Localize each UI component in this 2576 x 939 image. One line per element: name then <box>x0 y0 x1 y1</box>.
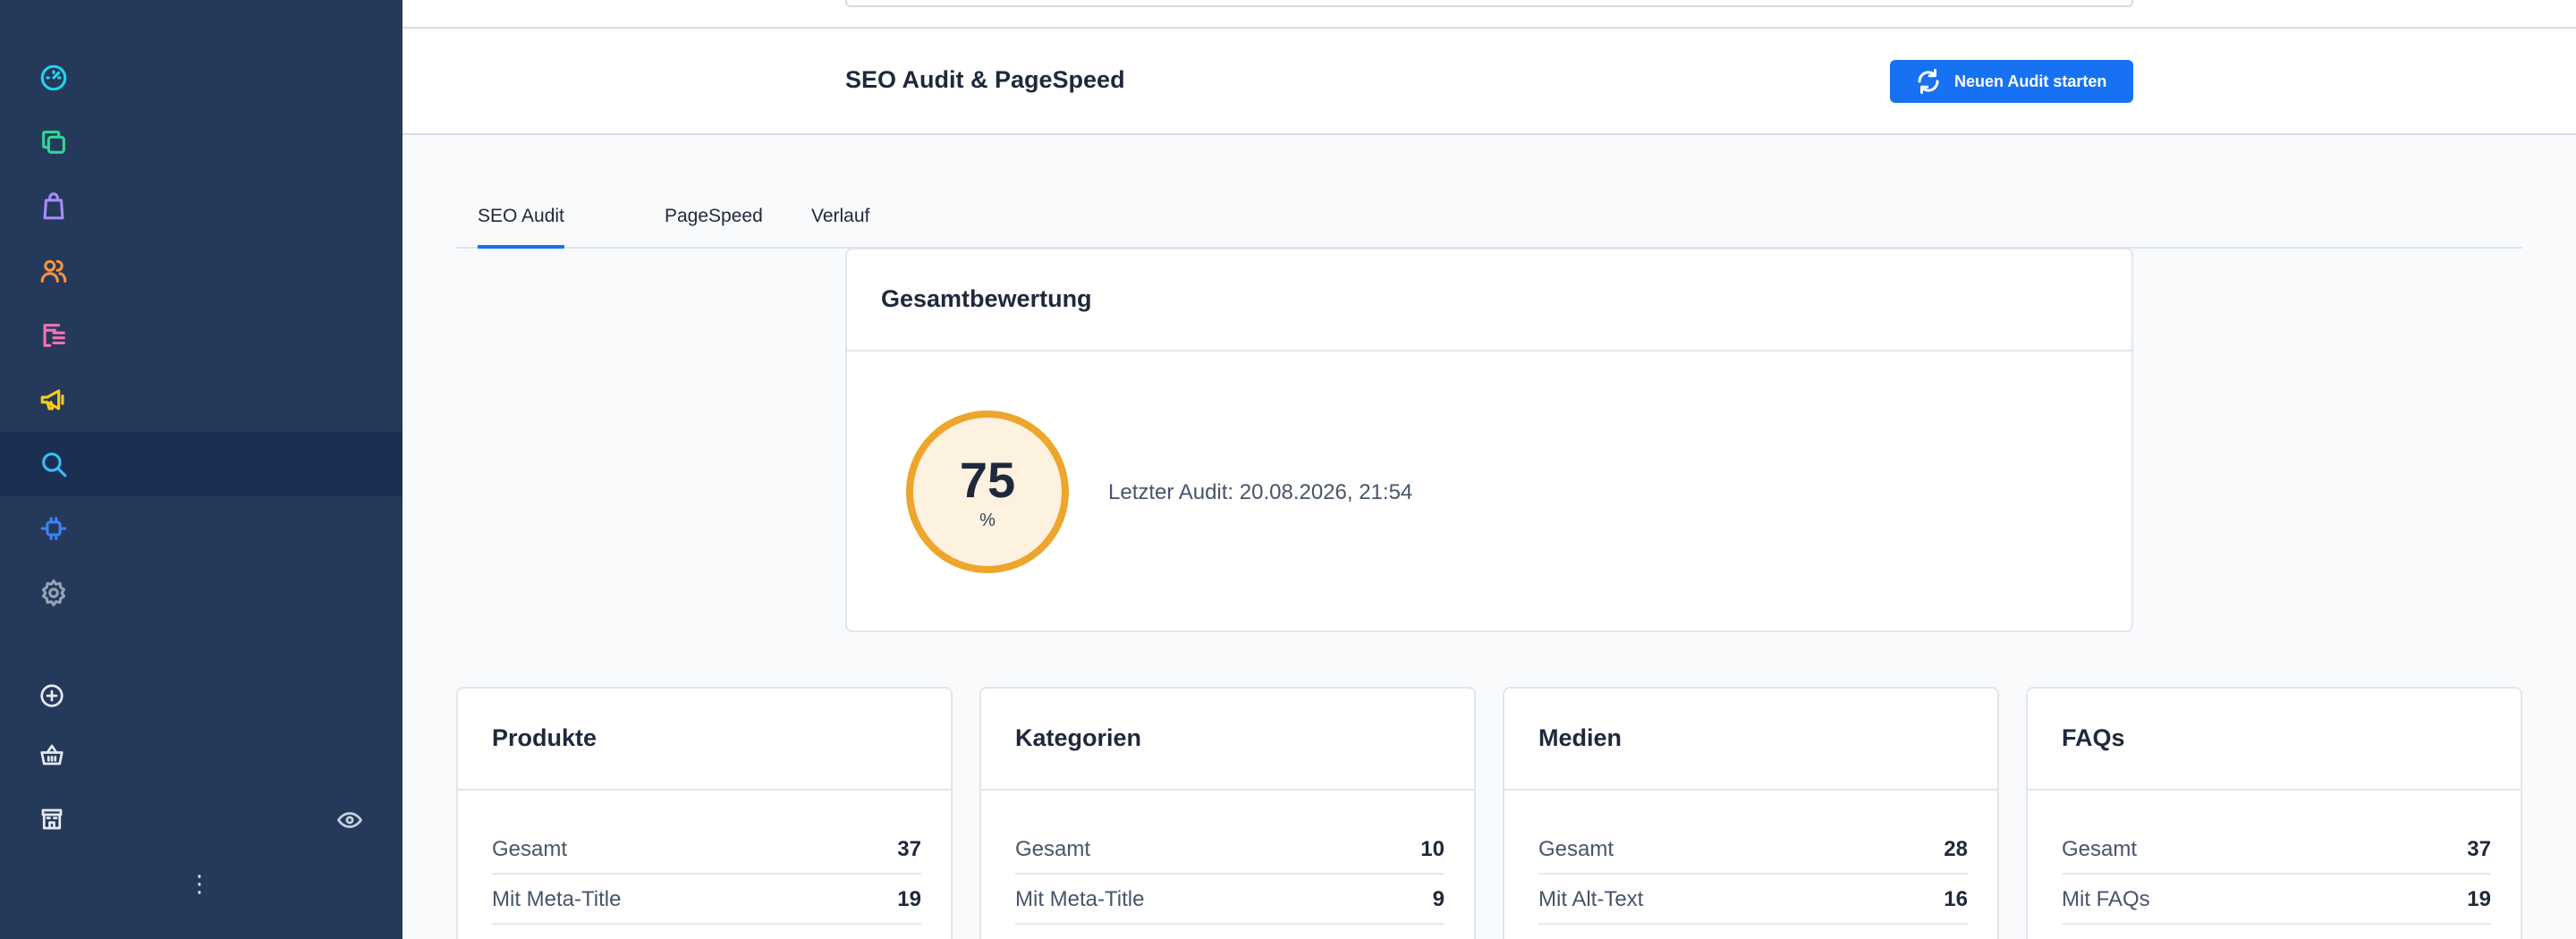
sidebar: ⋮ <box>0 0 402 939</box>
top-toolbar <box>402 0 2576 29</box>
last-audit-text: Letzter Audit: 20.08.2026, 21:54 <box>1108 480 1413 504</box>
stat-label: Mit Meta-Title <box>492 887 622 911</box>
stat-label: Mit Alt-Text <box>1538 887 1644 911</box>
stat-row: Mit FAQs 19 <box>2062 875 2491 925</box>
score-ring: 75 % <box>906 410 1069 573</box>
stat-value: 9 <box>1432 887 1445 911</box>
score-value: 75 <box>959 452 1016 508</box>
stat-value: 37 <box>897 837 921 861</box>
stat-value: 16 <box>1944 887 1968 911</box>
overall-score-card: Gesamtbewertung 75 % Letzter Audit: 20.0… <box>845 248 2133 632</box>
main-content: SEO Audit & PageSpeed Neuen Audit starte… <box>402 0 2576 939</box>
sidebar-item-dashboard[interactable] <box>0 46 402 110</box>
stat-row: Gesamt 10 <box>1015 825 1445 875</box>
stat-value: 19 <box>897 887 921 911</box>
stat-label: Mit Meta-Title <box>1015 887 1145 911</box>
stat-label: Gesamt <box>1538 837 1614 861</box>
stat-card-faqs: FAQs Gesamt 37 Mit FAQs 19 <box>2026 687 2522 939</box>
stat-label: Gesamt <box>2062 837 2138 861</box>
card-title: Medien <box>1538 724 1623 751</box>
users-icon <box>36 253 72 289</box>
sidebar-item-seo[interactable] <box>0 432 402 496</box>
start-audit-label: Neuen Audit starten <box>1954 72 2107 90</box>
megaphone-icon <box>36 382 72 418</box>
sidebar-item-settings[interactable] <box>0 561 402 625</box>
sidebar-item-products[interactable] <box>0 174 402 239</box>
stat-value: 28 <box>1944 837 1968 861</box>
search-icon <box>36 446 72 482</box>
gear-icon <box>36 575 72 611</box>
page-header: SEO Audit & PageSpeed Neuen Audit starte… <box>402 29 2576 135</box>
card-header: Gesamtbewertung <box>847 250 2131 351</box>
stat-row: Gesamt 28 <box>1538 825 1968 875</box>
card-header: Produkte <box>458 689 951 791</box>
stat-row: Gesamt 37 <box>492 825 921 875</box>
refresh-icon <box>1915 68 1942 95</box>
sidebar-item-pages[interactable] <box>0 110 402 174</box>
stat-label: Gesamt <box>1015 837 1091 861</box>
stat-label: Mit FAQs <box>2062 887 2150 911</box>
dashboard-icon <box>36 60 72 96</box>
copy-icon <box>36 124 72 160</box>
card-header: FAQs <box>2028 689 2521 791</box>
stat-card-media: Medien Gesamt 28 Mit Alt-Text 16 <box>1503 687 1999 939</box>
sidebar-item-marketing[interactable] <box>0 368 402 432</box>
plug-icon <box>36 511 72 546</box>
tab-seo-audit[interactable]: SEO Audit <box>478 206 564 249</box>
card-header: Kategorien <box>981 689 1474 791</box>
tab-bar: SEO Audit PageSpeed Verlauf <box>456 195 2522 249</box>
stat-row: Gesamt 37 <box>2062 825 2491 875</box>
stat-row: Mit Meta-Title 9 <box>1015 875 1445 925</box>
sidebar-item-create[interactable] <box>0 671 402 721</box>
page-title: SEO Audit & PageSpeed <box>845 66 1125 93</box>
card-title: Gesamtbewertung <box>881 285 1092 312</box>
basket-icon <box>34 737 70 773</box>
card-header: Medien <box>1504 689 1997 791</box>
eye-icon[interactable] <box>336 807 365 835</box>
start-audit-button[interactable]: Neuen Audit starten <box>1890 60 2133 103</box>
stat-row: Mit Alt-Text 16 <box>1538 875 1968 925</box>
stat-value: 10 <box>1420 837 1445 861</box>
more-options-icon[interactable]: ⋮ <box>188 867 211 900</box>
sidebar-item-integrations[interactable] <box>0 496 402 561</box>
sidebar-item-users[interactable] <box>0 239 402 303</box>
shopping-bag-icon <box>36 189 72 224</box>
stat-value: 37 <box>2467 837 2491 861</box>
list-icon <box>36 317 72 353</box>
stat-card-products: Produkte Gesamt 37 Mit Meta-Title 19 <box>456 687 953 939</box>
stat-label: Gesamt <box>492 837 568 861</box>
tab-verlauf[interactable]: Verlauf <box>811 206 869 249</box>
plus-circle-icon <box>34 678 70 714</box>
card-title: Produkte <box>492 724 597 751</box>
stat-row: Mit Meta-Title 19 <box>492 875 921 925</box>
store-icon <box>34 801 70 837</box>
search-field-edge[interactable] <box>845 0 2133 7</box>
stat-card-categories: Kategorien Gesamt 10 Mit Meta-Title 9 <box>979 687 1476 939</box>
stat-value: 19 <box>2467 887 2491 911</box>
sidebar-item-orders[interactable] <box>0 303 402 368</box>
tab-pagespeed[interactable]: PageSpeed <box>665 206 763 249</box>
sidebar-item-basket[interactable] <box>0 730 402 780</box>
score-unit: % <box>979 511 996 530</box>
card-title: FAQs <box>2062 724 2125 751</box>
card-title: Kategorien <box>1015 724 1142 751</box>
